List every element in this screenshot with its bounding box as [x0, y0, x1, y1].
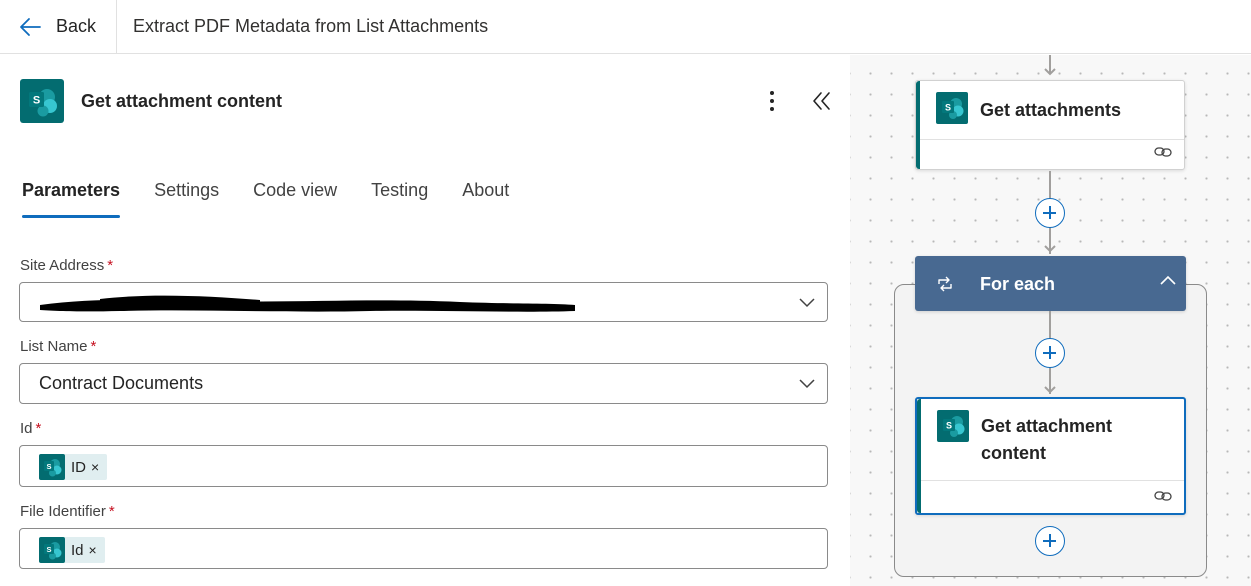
- insert-step-button[interactable]: [1035, 338, 1065, 368]
- insert-step-button[interactable]: [1035, 526, 1065, 556]
- id-input[interactable]: S ID ×: [19, 445, 828, 487]
- site-address-label: Site Address *: [20, 257, 114, 274]
- arrow-down-icon: [1044, 68, 1056, 76]
- sharepoint-icon: S: [936, 92, 968, 124]
- get-attachment-content-card[interactable]: S Get attachment content: [915, 397, 1186, 515]
- tab-settings[interactable]: Settings: [154, 180, 219, 220]
- remove-token-button[interactable]: ×: [89, 542, 97, 558]
- file-identifier-label: File Identifier *: [20, 503, 115, 520]
- sharepoint-icon: S: [20, 79, 64, 123]
- required-marker: *: [108, 503, 115, 520]
- collapse-panel-button[interactable]: [810, 87, 834, 115]
- card-title: For each: [980, 274, 1056, 294]
- for-each-card[interactable]: For each: [915, 256, 1186, 311]
- dynamic-content-token[interactable]: S Id ×: [39, 537, 105, 563]
- link-icon: [1154, 147, 1172, 157]
- arrow-down-icon: [1044, 245, 1056, 253]
- insert-step-button[interactable]: [1035, 198, 1065, 228]
- back-button[interactable]: Back: [0, 0, 118, 54]
- panel-tabs: Parameters Settings Code view Testing Ab…: [22, 180, 543, 220]
- more-vertical-icon: [770, 91, 774, 95]
- chevron-down-icon: [799, 379, 815, 389]
- collapse-double-chevron-icon: [813, 92, 830, 110]
- svg-text:S: S: [46, 462, 51, 471]
- action-details-panel: S Get attachment content Parameters Sett…: [0, 55, 850, 586]
- site-address-dropdown[interactable]: [19, 282, 828, 322]
- back-arrow-icon: [20, 17, 41, 36]
- panel-header: S Get attachment content: [20, 79, 830, 123]
- get-attachments-card[interactable]: S Get attachments: [915, 80, 1185, 170]
- chevron-up-icon[interactable]: [1158, 273, 1178, 287]
- chevron-down-icon: [799, 298, 815, 308]
- flow-title: Extract PDF Metadata from List Attachmen…: [133, 16, 489, 36]
- more-options-button[interactable]: [761, 87, 783, 115]
- required-marker: *: [90, 338, 97, 355]
- file-identifier-input[interactable]: S Id ×: [19, 528, 828, 569]
- tab-testing[interactable]: Testing: [371, 180, 428, 220]
- token-label: ID: [71, 458, 86, 476]
- tab-about[interactable]: About: [462, 180, 509, 220]
- top-bar: Back Extract PDF Metadata from List Atta…: [0, 0, 1251, 54]
- dynamic-content-token[interactable]: S ID ×: [39, 454, 108, 480]
- tab-parameters[interactable]: Parameters: [22, 180, 121, 220]
- arrow-down-icon: [1044, 386, 1056, 394]
- redacted-value: [40, 295, 575, 312]
- panel-title: Get attachment content: [81, 90, 283, 111]
- flow-canvas[interactable]: S Get attachments For each S Get attachm…: [850, 55, 1251, 586]
- list-name-dropdown[interactable]: Contract Documents: [19, 363, 828, 404]
- id-label: Id *: [20, 420, 42, 437]
- list-name-value: Contract Documents: [39, 373, 204, 393]
- sharepoint-icon: S: [937, 410, 969, 442]
- sharepoint-icon: S: [39, 537, 65, 563]
- remove-token-button[interactable]: ×: [91, 459, 99, 475]
- svg-text:S: S: [33, 95, 40, 107]
- svg-text:S: S: [946, 421, 952, 431]
- sharepoint-icon: S: [39, 454, 65, 480]
- svg-text:S: S: [945, 103, 951, 113]
- token-label: Id: [71, 541, 84, 559]
- link-icon: [1154, 491, 1172, 501]
- card-title: Get attachments: [980, 100, 1122, 120]
- svg-text:S: S: [46, 545, 51, 554]
- loop-icon: [938, 276, 952, 292]
- list-name-label: List Name *: [20, 338, 97, 355]
- card-title: Get attachment content: [981, 416, 1113, 463]
- back-label: Back: [56, 16, 97, 36]
- required-marker: *: [107, 257, 114, 274]
- tab-code-view[interactable]: Code view: [253, 180, 337, 220]
- required-marker: *: [35, 420, 42, 437]
